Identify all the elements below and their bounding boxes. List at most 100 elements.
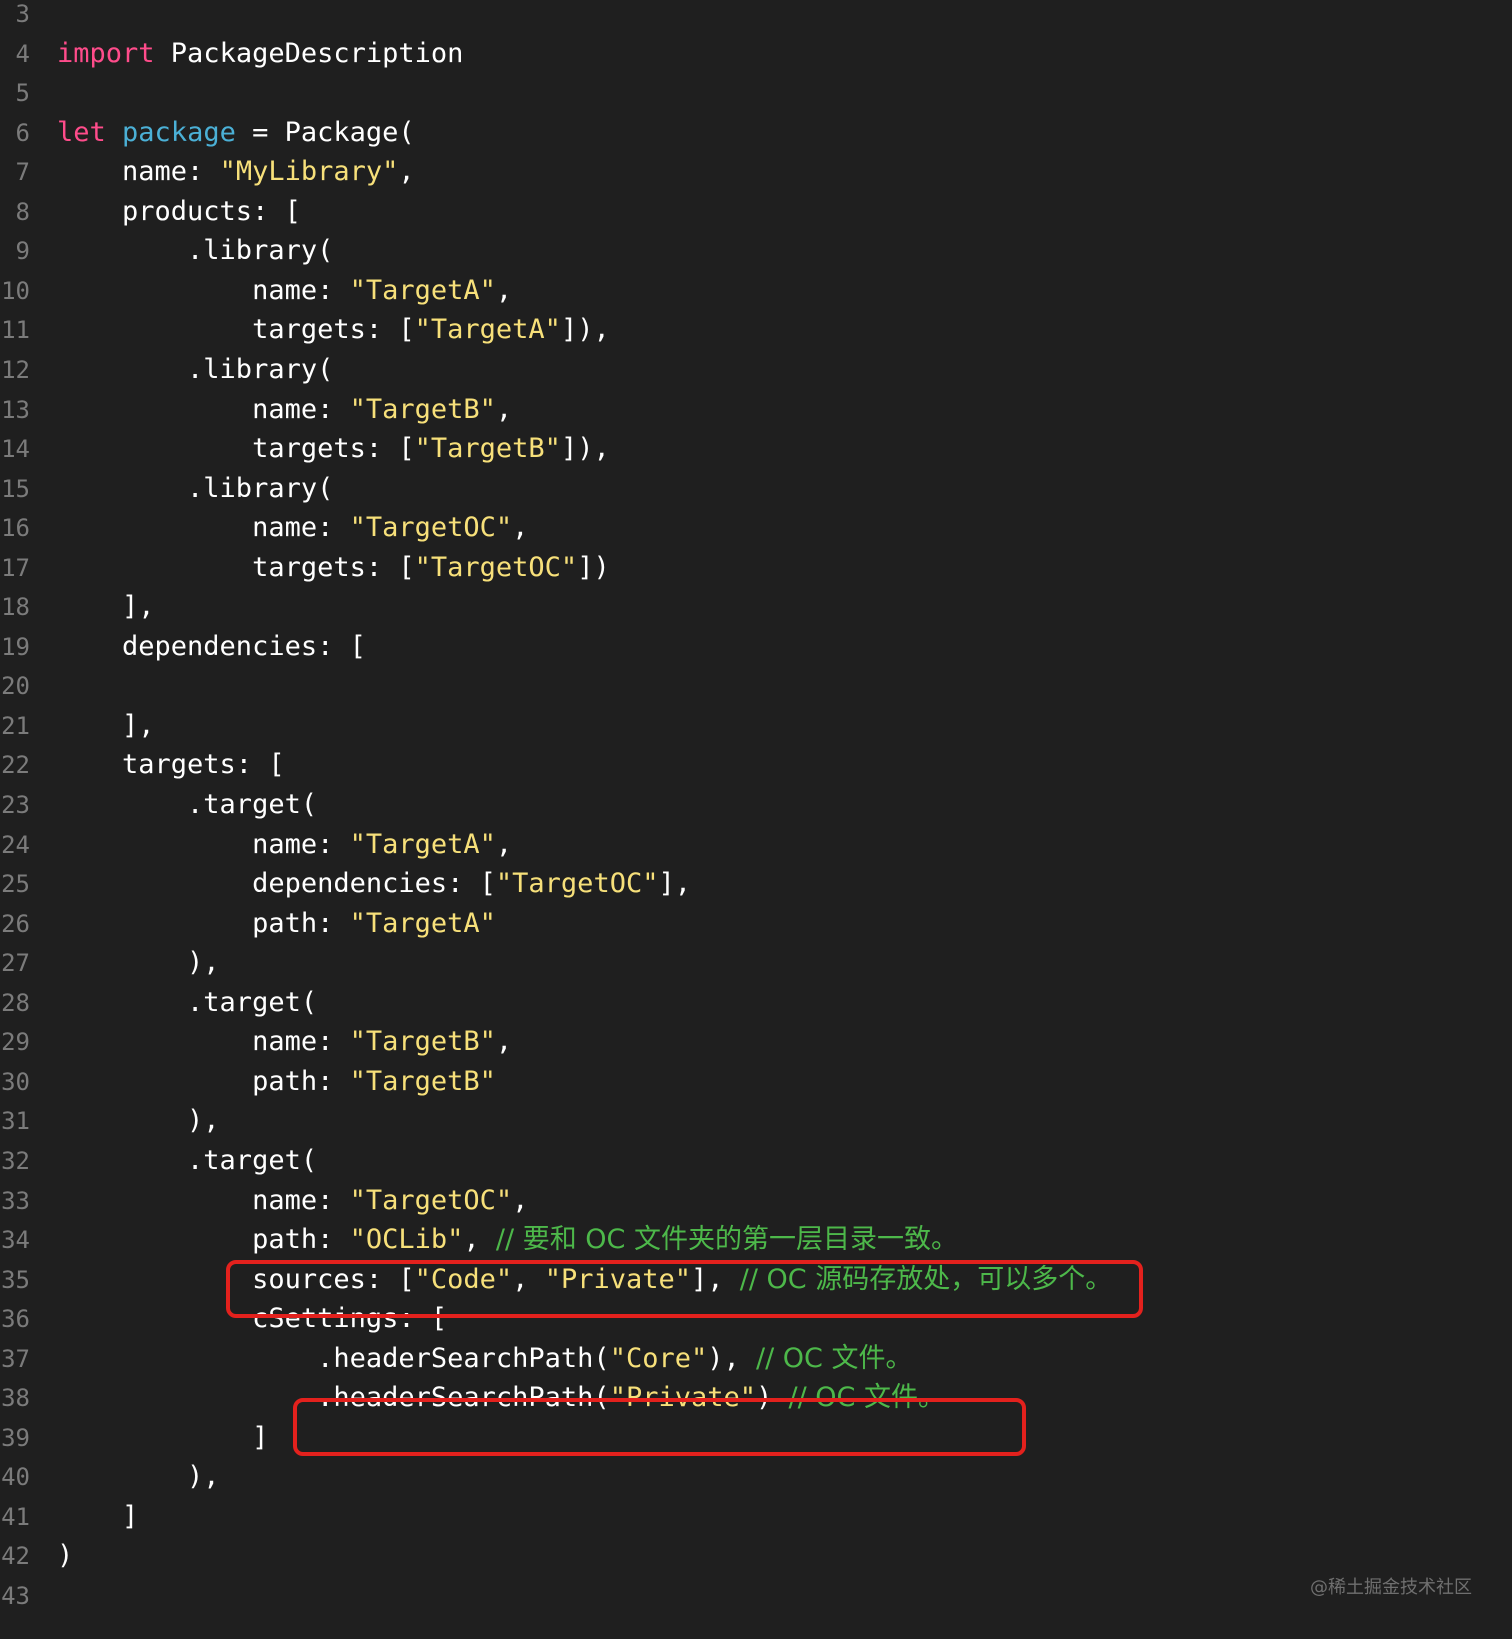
code-content: ), [57,943,220,983]
line-number: 37 [1,1344,30,1373]
code-content: targets: ["TargetA"]), [57,310,610,350]
code-line-25[interactable]: 25 dependencies: ["TargetOC"], [0,864,1512,904]
code-text: ], [57,709,155,741]
line-number: 20 [1,672,30,701]
code-line-5[interactable]: 5 [0,73,1512,113]
code-content: name: "TargetOC", [57,1181,528,1221]
code-line-4[interactable]: 4 import PackageDescription [0,34,1512,74]
code-line-27[interactable]: 27 ), [0,943,1512,983]
code-text: ), [57,947,220,979]
code-line-13[interactable]: 13 name: "TargetB", [0,390,1512,430]
code-line-31[interactable]: 31 ), [0,1101,1512,1141]
line-number: 26 [1,909,30,938]
code-line-19[interactable]: 19 dependencies: [ [0,627,1512,667]
code-editor[interactable]: 3 4 import PackageDescription 5 6 let package… [0,0,1512,1639]
code-text: ] [57,1500,139,1532]
code-line-6[interactable]: 6 let package = Package( [0,113,1512,153]
code-line-43[interactable]: 43 [0,1576,1512,1616]
line-number: 28 [1,988,30,1017]
code-line-16[interactable]: 16 name: "TargetOC", [0,508,1512,548]
code-text: sources: [ [57,1263,415,1295]
code-text: , [512,1184,529,1216]
string-literal: "TargetA" [349,828,496,860]
code-line-26[interactable]: 26 path: "TargetA" [0,904,1512,944]
code-line-30[interactable]: 30 path: "TargetB" [0,1062,1512,1102]
code-line-8[interactable]: 8 products: [ [0,192,1512,232]
code-line-35[interactable]: 35 sources: ["Code", "Private"], // OC 源… [0,1260,1512,1300]
code-content: .headerSearchPath("Private") // OC 文件。 [57,1378,945,1418]
string-literal: "TargetA" [349,907,496,939]
code-line-39[interactable]: 39 ] [0,1418,1512,1458]
code-line-12[interactable]: 12 .library( [0,350,1512,390]
string-literal: "TargetOC" [349,1184,513,1216]
code-line-20[interactable]: 20 [0,666,1512,706]
code-text: , [512,512,529,544]
code-content: ) [57,1536,73,1576]
code-line-9[interactable]: 9 .library( [0,231,1512,271]
code-line-14[interactable]: 14 targets: ["TargetB"]), [0,429,1512,469]
code-line-7[interactable]: 7 name: "MyLibrary", [0,152,1512,192]
code-line-42[interactable]: 42) [0,1536,1512,1576]
code-text: path: [57,907,350,939]
code-line-21[interactable]: 21 ], [0,706,1512,746]
code-text: = Package( [235,116,415,148]
code-text: ], [658,868,691,900]
code-line-38[interactable]: 38 .headerSearchPath("Private") // OC 文件… [0,1378,1512,1418]
code-line-10[interactable]: 10 name: "TargetA", [0,271,1512,311]
code-content: dependencies: ["TargetOC"], [57,864,691,904]
code-content: .target( [57,785,317,825]
code-text: .headerSearchPath( [57,1382,610,1414]
code-text: path: [57,1224,350,1256]
string-literal: "TargetA" [349,274,496,306]
code-text: , [398,156,415,188]
code-line-17[interactable]: 17 targets: ["TargetOC"]) [0,548,1512,588]
code-content: .library( [57,469,333,509]
code-line-36[interactable]: 36 cSettings: [ [0,1299,1512,1339]
keyword-token: import [57,37,155,69]
code-text: , [512,1263,545,1295]
line-number: 14 [1,435,30,464]
code-line-33[interactable]: 33 name: "TargetOC", [0,1181,1512,1221]
code-line-40[interactable]: 40 ), [0,1457,1512,1497]
code-line-15[interactable]: 15 .library( [0,469,1512,509]
line-number: 17 [1,553,30,582]
code-line-41[interactable]: 41 ] [0,1497,1512,1537]
line-number: 41 [1,1502,30,1531]
code-text: ] [57,1421,269,1453]
code-text: targets: [ [57,749,285,781]
code-text: ) [57,1540,74,1572]
line-number: 18 [1,593,30,622]
code-text: ], [57,591,155,623]
code-line-32[interactable]: 32 .target( [0,1141,1512,1181]
code-line-18[interactable]: 18 ], [0,587,1512,627]
code-content: name: "TargetOC", [57,508,528,548]
line-number: 35 [1,1265,30,1294]
code-content: ] [57,1418,268,1458]
code-text: .target( [57,986,318,1018]
code-line-22[interactable]: 22 targets: [ [0,745,1512,785]
code-content: path: "TargetB" [57,1062,496,1102]
code-line-3[interactable]: 3 [0,0,1512,34]
code-line-37[interactable]: 37 .headerSearchPath("Core"), // OC 文件。 [0,1339,1512,1379]
code-line-29[interactable]: 29 name: "TargetB", [0,1022,1512,1062]
line-number: 31 [1,1107,30,1136]
code-line-11[interactable]: 11 targets: ["TargetA"]), [0,310,1512,350]
code-content: dependencies: [ [57,627,366,667]
code-content: targets: ["TargetOC"]) [57,548,610,588]
line-number: 25 [1,870,30,899]
code-comment: // OC 文件。 [756,1342,913,1374]
line-number: 7 [15,158,30,187]
line-number: 19 [1,632,30,661]
code-line-23[interactable]: 23 .target( [0,785,1512,825]
code-content: .library( [57,350,333,390]
code-text: , [495,1026,513,1058]
line-number: 43 [1,1582,30,1610]
code-content: path: "OCLib", // 要和 OC 文件夹的第一层目录一致。 [57,1220,958,1260]
code-content: import PackageDescription [57,34,463,74]
code-line-28[interactable]: 28 .target( [0,983,1512,1023]
code-text: path: [57,1065,350,1097]
code-line-34[interactable]: 34 path: "OCLib", // 要和 OC 文件夹的第一层目录一致。 [0,1220,1512,1260]
code-content: let package = Package( [57,113,415,153]
code-line-24[interactable]: 24 name: "TargetA", [0,825,1512,865]
